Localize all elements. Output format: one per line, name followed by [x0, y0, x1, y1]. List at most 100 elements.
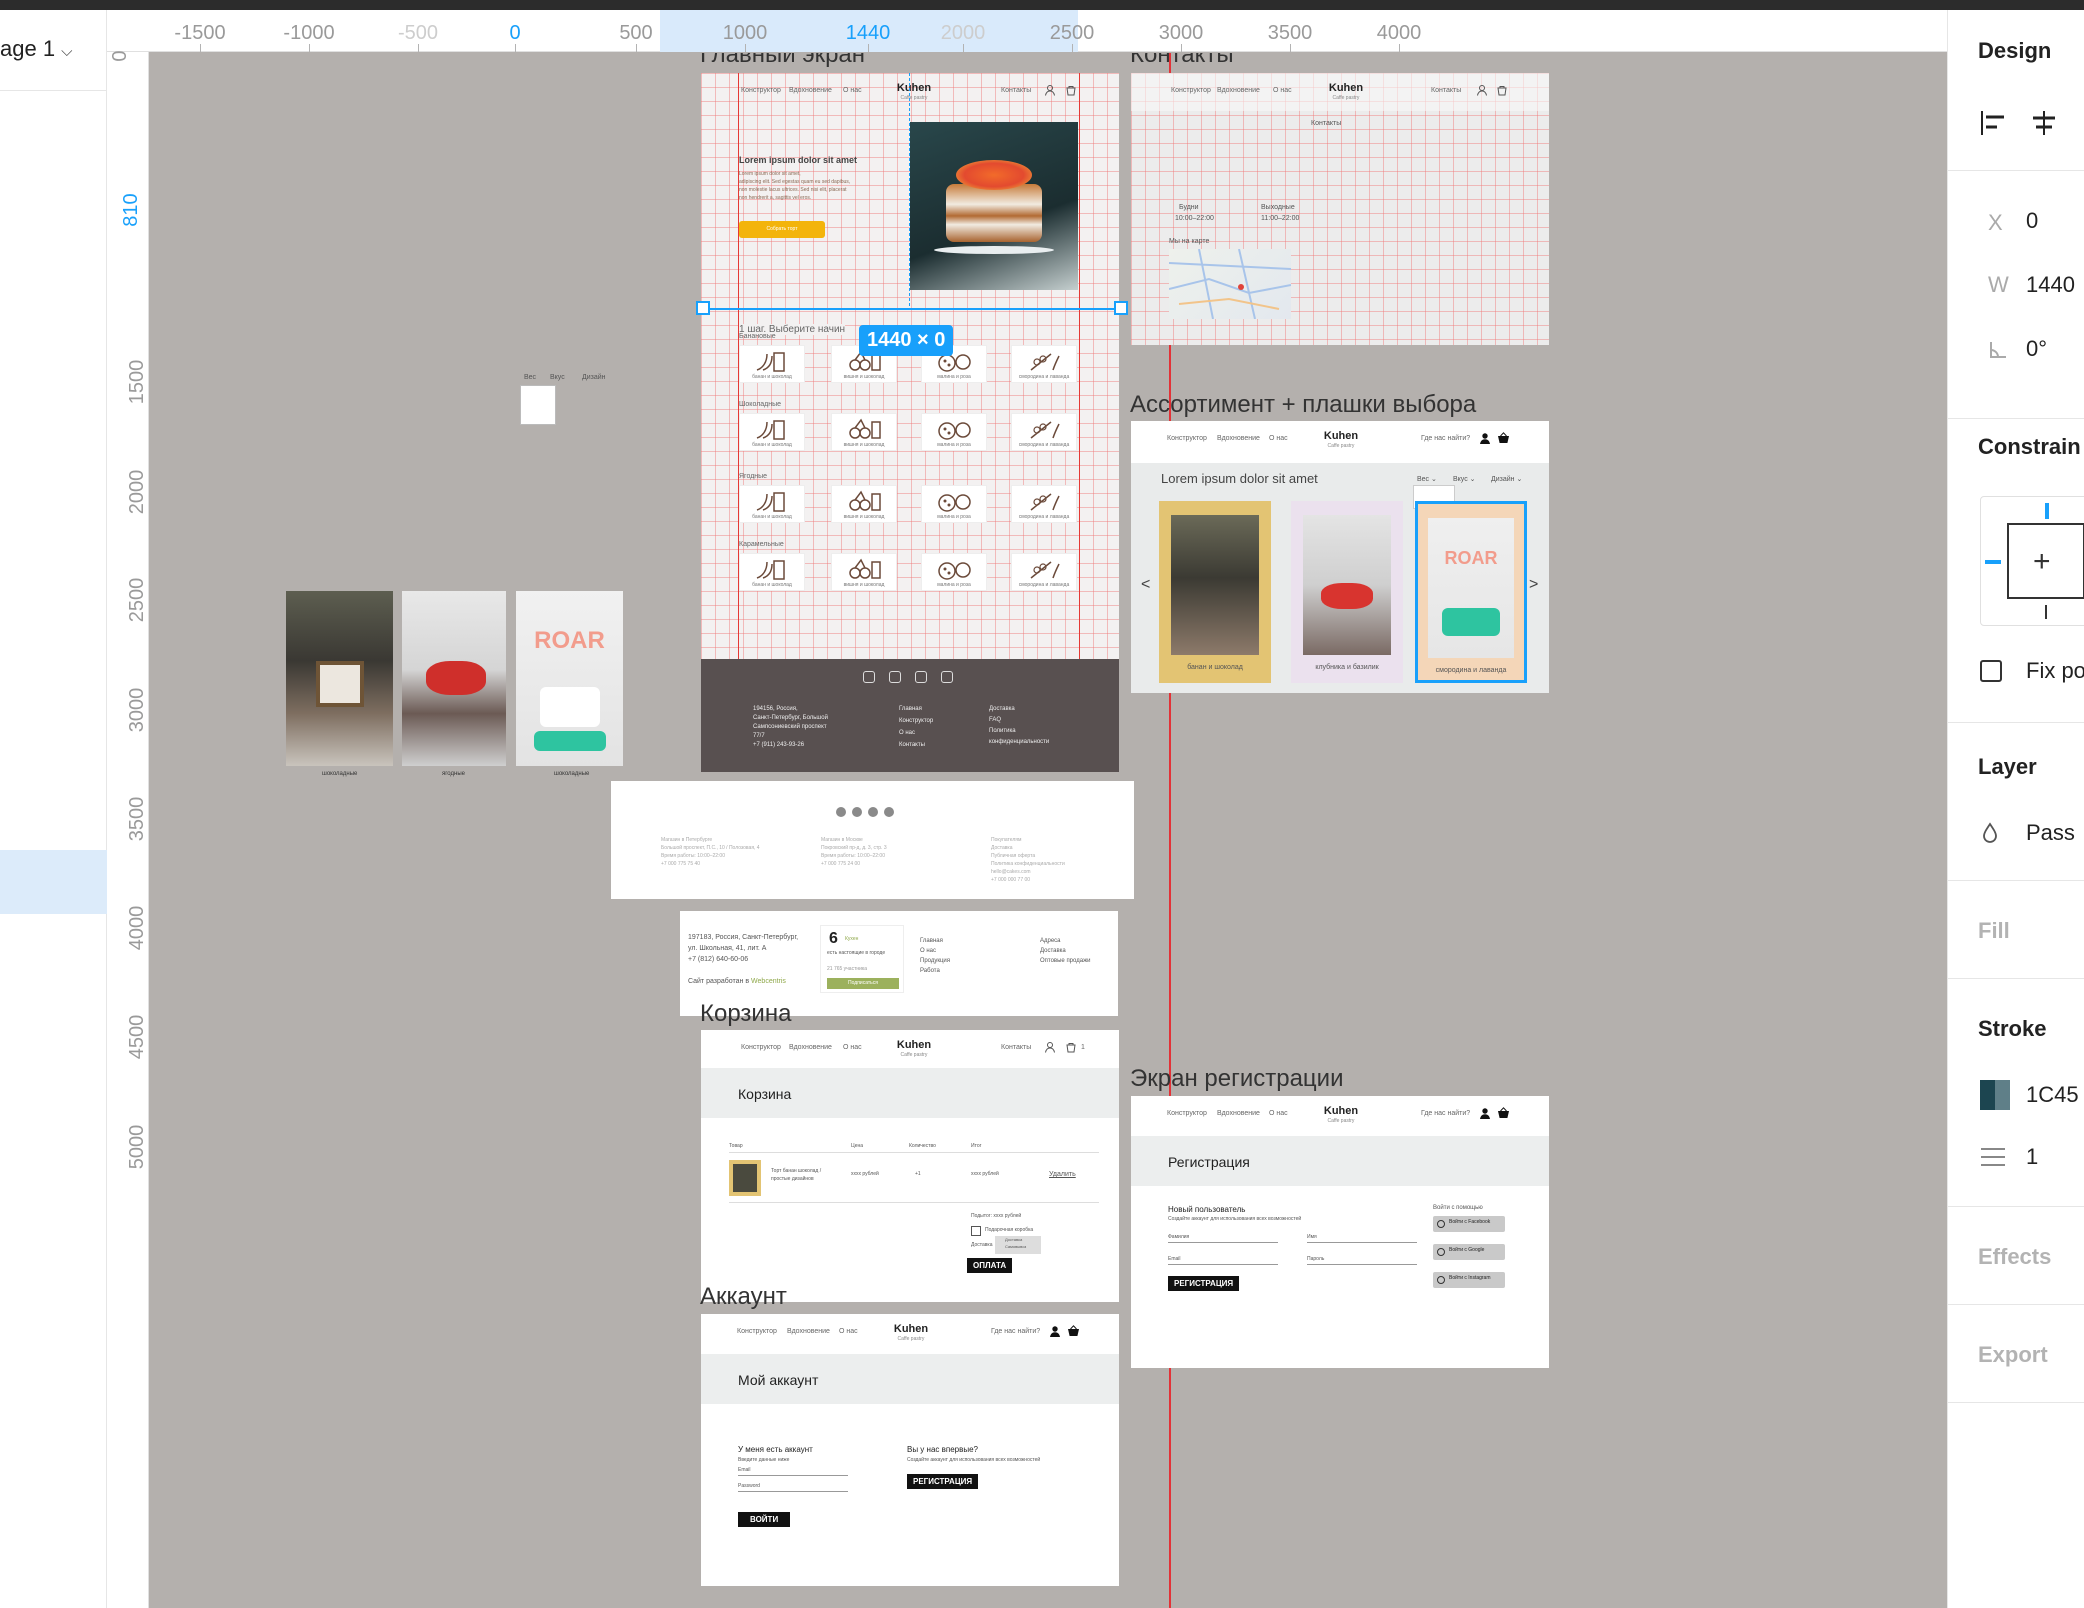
footer-link[interactable]: Главная: [899, 705, 922, 713]
blend-mode-icon[interactable]: [1980, 822, 2000, 844]
footer-link[interactable]: Доставка: [991, 845, 1012, 852]
carousel-prev[interactable]: <: [1141, 576, 1150, 594]
logo[interactable]: Kuhen Caffe pastry: [1324, 431, 1358, 449]
footer-link[interactable]: О нас: [920, 947, 936, 955]
photo-roar[interactable]: ROAR: [516, 591, 623, 766]
hero-cta-button[interactable]: Собрать торт: [739, 221, 825, 238]
footer-link[interactable]: Доставка: [1040, 947, 1066, 955]
nav-link[interactable]: Конструктор: [741, 1044, 781, 1051]
user-icon[interactable]: [1479, 432, 1491, 444]
nav-link[interactable]: О нас: [1269, 435, 1288, 442]
cart-icon[interactable]: [1496, 84, 1508, 96]
frame-contacts[interactable]: Конструктор Вдохновение О нас Kuhen Caffe…: [1131, 73, 1549, 345]
delivery-option[interactable]: Доставка: [1005, 1237, 1022, 1243]
logo[interactable]: Kuhen Caffe pastry: [894, 1324, 928, 1342]
footer-link[interactable]: hello@cakes.com: [991, 869, 1031, 876]
facebook-icon[interactable]: [889, 671, 901, 683]
nav-link[interactable]: О нас: [1269, 1110, 1288, 1117]
nav-link[interactable]: Вдохновение: [1217, 435, 1260, 442]
footer-link[interactable]: О нас: [899, 729, 915, 737]
footer-link[interactable]: Контакты: [899, 741, 925, 749]
frame-title-account[interactable]: Аккаунт: [700, 1283, 787, 1311]
nav-link[interactable]: Контакты: [1001, 1044, 1031, 1051]
where-link[interactable]: Где нас найти?: [1421, 435, 1470, 442]
lastname-field[interactable]: [1168, 1242, 1278, 1243]
resize-handle[interactable]: [1114, 301, 1128, 315]
align-center-icon[interactable]: [2030, 110, 2058, 136]
rotation-input[interactable]: 0°: [2026, 336, 2047, 362]
flavor-card[interactable]: малина и роза: [921, 413, 987, 451]
product-card[interactable]: клубника и базилик: [1291, 501, 1403, 683]
instagram-login-button[interactable]: Войти с Instagram: [1433, 1272, 1505, 1288]
flavor-card[interactable]: смородина и лаванда: [1011, 553, 1077, 591]
frame-cart[interactable]: Конструктор Вдохновение О нас Kuhen Caffe…: [701, 1030, 1119, 1302]
gift-checkbox[interactable]: [971, 1226, 981, 1236]
footer-link[interactable]: Политика конфиденциальности: [991, 861, 1065, 868]
x-input[interactable]: 0: [2026, 208, 2038, 234]
frame-title-registration[interactable]: Экран регистрации: [1130, 1065, 1343, 1093]
facebook-icon[interactable]: [852, 807, 862, 817]
footer-link[interactable]: Оптовые продажи: [1040, 957, 1090, 965]
google-login-button[interactable]: Войти с Google: [1433, 1244, 1505, 1260]
flavor-card[interactable]: банан и шоколад: [739, 345, 805, 383]
nav-link[interactable]: Контакты: [1431, 87, 1461, 94]
frame-main[interactable]: Конструктор Вдохновение О нас Kuhen Caffe…: [701, 73, 1119, 772]
register-button[interactable]: РЕГИСТРАЦИЯ: [907, 1474, 979, 1489]
developer-link[interactable]: Webcentris: [751, 978, 786, 985]
page-selector[interactable]: age 1 ⌵: [0, 36, 72, 62]
product-card-selected[interactable]: ROAR смородина и лаванда: [1415, 501, 1527, 683]
photo-chocolate[interactable]: [286, 591, 393, 766]
whatsapp-icon[interactable]: [941, 671, 953, 683]
footer-link[interactable]: +7 000 000 77 00: [991, 877, 1030, 884]
nav-link[interactable]: О нас: [839, 1328, 858, 1335]
filter-weight[interactable]: Вес ⌄: [1417, 475, 1437, 485]
carousel-next[interactable]: >: [1529, 576, 1538, 594]
basket-icon[interactable]: [1067, 1325, 1080, 1337]
flavor-card[interactable]: вишня и шоколад: [831, 485, 897, 523]
nav-link[interactable]: О нас: [843, 87, 862, 94]
constraint-bottom[interactable]: [2045, 605, 2047, 619]
filter-label[interactable]: Дизайн: [582, 373, 606, 383]
constraint-top[interactable]: [2045, 503, 2049, 519]
user-icon[interactable]: [1044, 1041, 1056, 1053]
logo[interactable]: Kuhen Caffe pastry: [897, 1040, 931, 1058]
frame-assortment[interactable]: Конструктор Вдохновение О нас Kuhen Caffe…: [1131, 421, 1549, 693]
nav-link[interactable]: Конструктор: [741, 87, 781, 94]
align-left-icon[interactable]: [1980, 110, 2008, 136]
footer-link[interactable]: Работа: [920, 967, 940, 975]
pay-button[interactable]: ОПЛАТА: [967, 1258, 1013, 1273]
footer-link[interactable]: Продукция: [920, 957, 950, 965]
nav-link[interactable]: Вдохновение: [1217, 1110, 1260, 1117]
vk-icon[interactable]: [915, 671, 927, 683]
logo[interactable]: Kuhen Caffe pastry: [897, 83, 931, 101]
frame-account[interactable]: Конструктор Вдохновение О нас Kuhen Caffe…: [701, 1314, 1119, 1586]
email-field[interactable]: [738, 1475, 848, 1476]
fill-heading[interactable]: Fill: [1978, 918, 2010, 944]
login-button[interactable]: ВОЙТИ: [738, 1512, 791, 1527]
telegram-icon[interactable]: [868, 807, 878, 817]
flavor-card[interactable]: банан и шоколад: [739, 485, 805, 523]
map[interactable]: [1168, 248, 1292, 320]
nav-link[interactable]: Конструктор: [1167, 435, 1207, 442]
stroke-color-input[interactable]: 1C45: [2026, 1082, 2079, 1108]
frame-title-assortment[interactable]: Ассортимент + плашки выбора: [1130, 391, 1476, 419]
footer-link[interactable]: конфиденциальности: [989, 738, 1049, 746]
instagram-icon[interactable]: [863, 671, 875, 683]
flavor-card[interactable]: смородина и лаванда: [1011, 345, 1077, 383]
user-icon[interactable]: [1044, 84, 1056, 96]
blend-mode-select[interactable]: Pass: [2026, 820, 2075, 846]
whatsapp-icon[interactable]: [884, 807, 894, 817]
filter-label[interactable]: Вкус: [550, 373, 565, 383]
constraint-left[interactable]: [1985, 560, 2001, 564]
effects-heading[interactable]: Effects: [1978, 1244, 2051, 1270]
footer-link[interactable]: Политика: [989, 727, 1016, 735]
flavor-card[interactable]: банан и шоколад: [739, 553, 805, 591]
logo[interactable]: Kuhen Caffe pastry: [1324, 1106, 1358, 1124]
filter-label[interactable]: Вес: [524, 373, 536, 383]
nav-link[interactable]: Вдохновение: [787, 1328, 830, 1335]
where-link[interactable]: Где нас найти?: [991, 1328, 1040, 1335]
instagram-icon[interactable]: [836, 807, 846, 817]
footer-link[interactable]: Доставка: [989, 705, 1015, 713]
password-field[interactable]: [738, 1491, 848, 1492]
stroke-color-swatch[interactable]: [1980, 1080, 2010, 1110]
